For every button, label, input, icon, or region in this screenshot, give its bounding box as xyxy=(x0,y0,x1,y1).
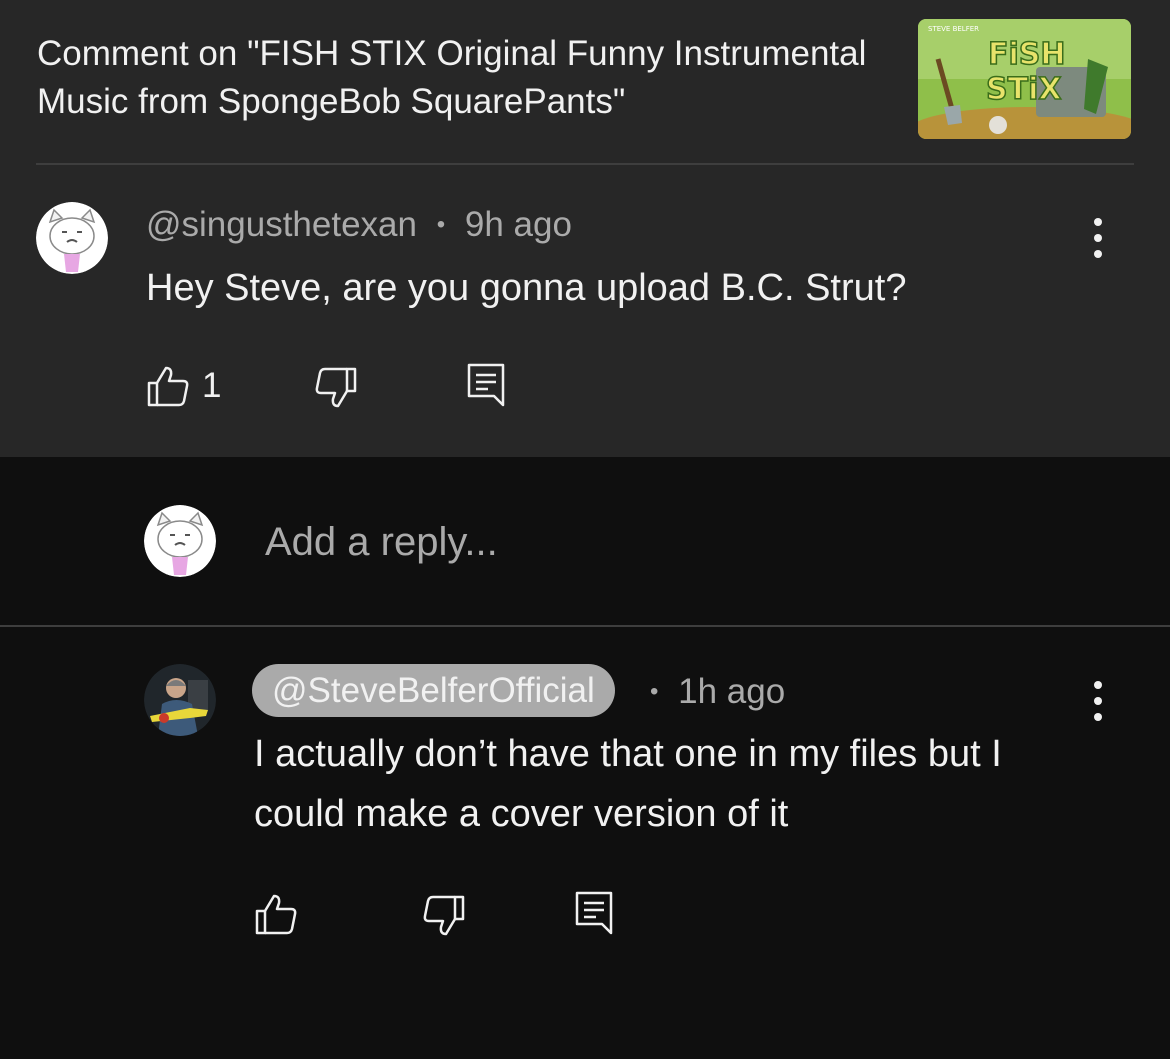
reply-button[interactable] xyxy=(466,362,506,413)
page-title: Comment on "FISH STIX Original Funny Ins… xyxy=(37,34,867,121)
dislike-button[interactable] xyxy=(314,366,358,415)
more-vertical-icon[interactable] xyxy=(1086,214,1110,262)
thumbnail-art: STEVE BELFER FiSH STiX xyxy=(918,19,1131,139)
thumbnail-channel-text: STEVE BELFER xyxy=(928,25,979,33)
meta-separator: • xyxy=(436,211,446,238)
dislike-icon xyxy=(423,895,465,936)
thumbnail-title-line1: FiSH xyxy=(988,37,1066,72)
comment-time: 9h ago xyxy=(464,205,572,244)
more-vertical-icon[interactable] xyxy=(1086,677,1110,725)
reply-icon xyxy=(467,363,505,407)
like-button[interactable] xyxy=(254,892,298,941)
thumbnail-title-line2: STiX xyxy=(986,72,1061,107)
avatar[interactable] xyxy=(144,664,216,736)
reply-time: 1h ago xyxy=(678,672,786,711)
reply-divider xyxy=(0,625,1170,627)
like-button[interactable] xyxy=(146,364,190,413)
reply-input[interactable]: Add a reply... xyxy=(265,512,1025,572)
owner-author-badge[interactable]: @SteveBelferOfficial xyxy=(252,664,615,717)
comment-author[interactable]: @singusthetexan xyxy=(146,205,417,244)
dislike-button[interactable] xyxy=(422,894,466,943)
user-avatar xyxy=(144,505,216,577)
meta-separator: • xyxy=(650,678,659,705)
like-count: 1 xyxy=(202,366,222,405)
reply-icon xyxy=(575,891,613,935)
like-icon xyxy=(147,366,189,407)
cat-avatar-icon xyxy=(144,505,216,577)
reply-text: I actually don’t have that one in my fil… xyxy=(254,733,1002,835)
cat-avatar-icon xyxy=(36,202,108,274)
guitarist-avatar-icon xyxy=(144,664,216,736)
dislike-icon xyxy=(315,367,357,408)
like-icon xyxy=(255,894,297,935)
header-divider xyxy=(36,163,1134,165)
comment-text: Hey Steve, are you gonna upload B.C. Str… xyxy=(146,267,907,309)
reply-meta: • 1h ago xyxy=(650,672,785,712)
video-thumbnail[interactable]: STEVE BELFER FiSH STiX xyxy=(918,19,1131,139)
avatar[interactable] xyxy=(36,202,108,274)
comment-meta: @singusthetexan • 9h ago xyxy=(146,205,572,245)
reply-button[interactable] xyxy=(574,890,614,941)
